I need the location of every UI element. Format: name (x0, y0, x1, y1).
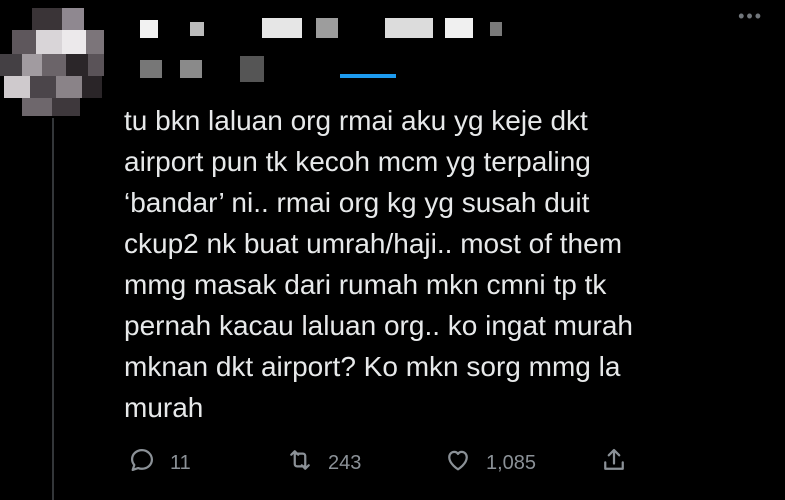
like-button[interactable]: 1,085 (444, 440, 536, 486)
reply-icon (128, 446, 156, 480)
tweet-text: tu bkn laluan org rmai aku yg keje dkt a… (124, 105, 633, 423)
share-icon (600, 446, 628, 480)
reply-button[interactable]: 11 (128, 440, 191, 486)
heart-icon (444, 446, 472, 480)
retweet-button[interactable]: 243 (286, 440, 361, 486)
share-button[interactable] (600, 440, 628, 486)
more-icon[interactable]: ••• (738, 6, 763, 27)
retweet-count: 243 (328, 451, 362, 474)
like-count: 1,085 (486, 451, 537, 474)
tweet-actions: 11 243 1,085 (0, 440, 785, 490)
reply-count: 11 (170, 451, 191, 474)
retweet-icon (286, 446, 314, 480)
avatar[interactable] (0, 0, 108, 118)
